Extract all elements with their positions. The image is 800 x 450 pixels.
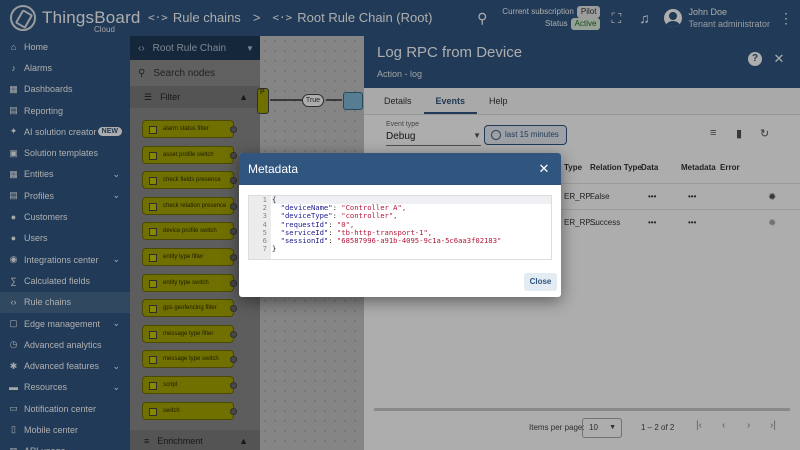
line-number-gutter: 1234567 — [249, 195, 271, 259]
close-button[interactable]: Close — [524, 273, 557, 291]
code-line: } — [272, 245, 551, 253]
metadata-code-editor[interactable]: 1234567 { "deviceName": "Controller A", … — [248, 195, 552, 260]
metadata-dialog: Metadata ✕ 1234567 { "deviceName": "Cont… — [239, 153, 561, 297]
code-line: "sessionId": "68587996-a91b-4095-9c1a-5c… — [280, 235, 502, 245]
code-value: "68587996-a91b-4095-9c1a-5c6aa3f02183" — [336, 235, 502, 245]
dialog-header: Metadata ✕ — [239, 153, 561, 185]
code-brace: } — [272, 244, 277, 254]
code-key: "sessionId" — [280, 235, 329, 245]
close-icon[interactable]: ✕ — [537, 162, 551, 176]
dialog-title: Metadata — [248, 162, 299, 176]
code-content: { "deviceName": "Controller A", "deviceT… — [272, 195, 551, 253]
line-number: 7 — [262, 244, 267, 254]
